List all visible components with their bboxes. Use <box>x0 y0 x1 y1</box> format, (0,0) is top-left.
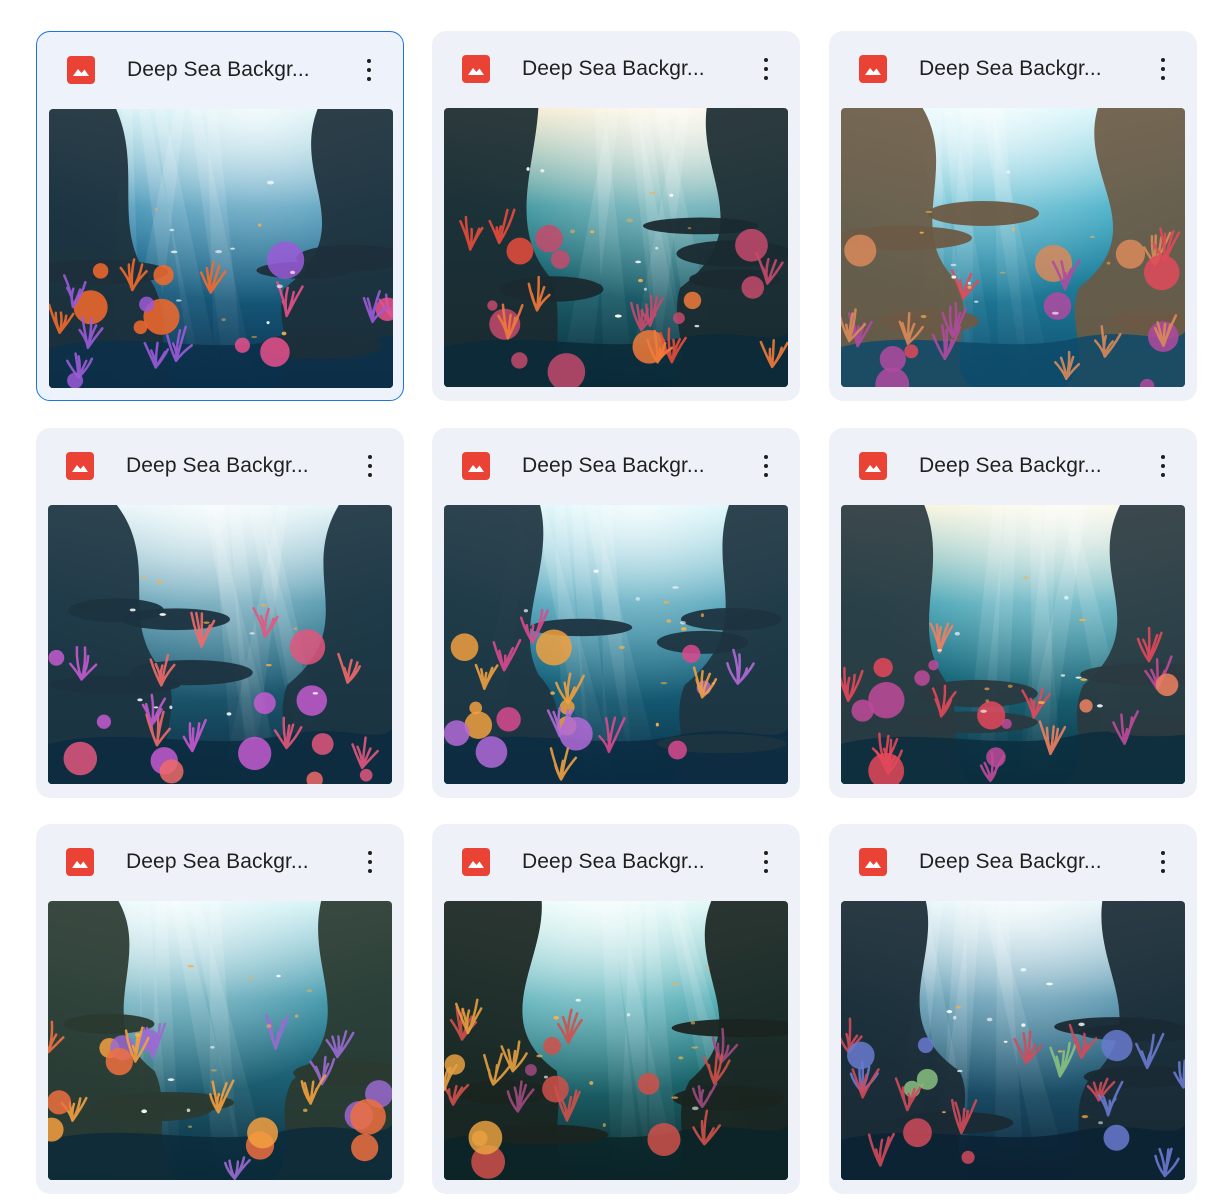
file-card[interactable]: Deep Sea Backgr... <box>36 824 404 1194</box>
more-options-icon[interactable] <box>1147 844 1179 880</box>
file-name: Deep Sea Backgr... <box>919 454 1102 477</box>
image-file-icon <box>66 452 94 480</box>
file-name: Deep Sea Backgr... <box>522 454 705 477</box>
more-options-icon[interactable] <box>750 448 782 484</box>
more-options-icon[interactable] <box>354 448 386 484</box>
file-thumbnail[interactable] <box>841 108 1185 387</box>
file-card[interactable]: Deep Sea Backgr... <box>829 428 1197 798</box>
file-thumbnail[interactable] <box>444 901 788 1180</box>
file-card[interactable]: Deep Sea Backgr... <box>432 824 800 1194</box>
file-card-header: Deep Sea Backgr... <box>829 31 1197 107</box>
file-card[interactable]: Deep Sea Backgr... <box>36 428 404 798</box>
file-card-header: Deep Sea Backgr... <box>432 428 800 504</box>
file-thumbnail[interactable] <box>841 505 1185 784</box>
file-thumbnail[interactable] <box>444 505 788 784</box>
file-name: Deep Sea Backgr... <box>126 850 309 873</box>
more-options-icon[interactable] <box>354 844 386 880</box>
more-options-icon[interactable] <box>1147 51 1179 87</box>
more-options-icon[interactable] <box>750 51 782 87</box>
file-card[interactable]: Deep Sea Backgr... <box>36 31 404 401</box>
image-file-icon <box>462 452 490 480</box>
file-name: Deep Sea Backgr... <box>522 850 705 873</box>
file-card-header: Deep Sea Backgr... <box>36 428 404 504</box>
file-card-header: Deep Sea Backgr... <box>36 824 404 900</box>
image-file-icon <box>66 848 94 876</box>
file-name: Deep Sea Backgr... <box>126 454 309 477</box>
file-card[interactable]: Deep Sea Backgr... <box>432 428 800 798</box>
more-options-icon[interactable] <box>750 844 782 880</box>
file-thumbnail[interactable] <box>48 505 392 784</box>
image-file-icon <box>859 55 887 83</box>
file-card-header: Deep Sea Backgr... <box>432 824 800 900</box>
file-thumbnail[interactable] <box>444 108 788 387</box>
file-card[interactable]: Deep Sea Backgr... <box>432 31 800 401</box>
file-thumbnail[interactable] <box>841 901 1185 1180</box>
image-file-icon <box>67 56 95 84</box>
file-thumbnail[interactable] <box>48 901 392 1180</box>
image-file-icon <box>462 848 490 876</box>
image-file-icon <box>462 55 490 83</box>
file-name: Deep Sea Backgr... <box>127 58 310 81</box>
file-card-header: Deep Sea Backgr... <box>37 32 403 108</box>
file-name: Deep Sea Backgr... <box>522 57 705 80</box>
image-file-icon <box>859 848 887 876</box>
more-options-icon[interactable] <box>353 52 385 88</box>
file-card[interactable]: Deep Sea Backgr... <box>829 31 1197 401</box>
image-file-icon <box>859 452 887 480</box>
file-grid: Deep Sea Backgr... Deep Sea Backgr... De… <box>0 0 1208 1202</box>
more-options-icon[interactable] <box>1147 448 1179 484</box>
file-name: Deep Sea Backgr... <box>919 850 1102 873</box>
file-thumbnail[interactable] <box>49 109 393 388</box>
file-card-header: Deep Sea Backgr... <box>432 31 800 107</box>
file-card-header: Deep Sea Backgr... <box>829 824 1197 900</box>
file-name: Deep Sea Backgr... <box>919 57 1102 80</box>
file-card-header: Deep Sea Backgr... <box>829 428 1197 504</box>
file-card[interactable]: Deep Sea Backgr... <box>829 824 1197 1194</box>
